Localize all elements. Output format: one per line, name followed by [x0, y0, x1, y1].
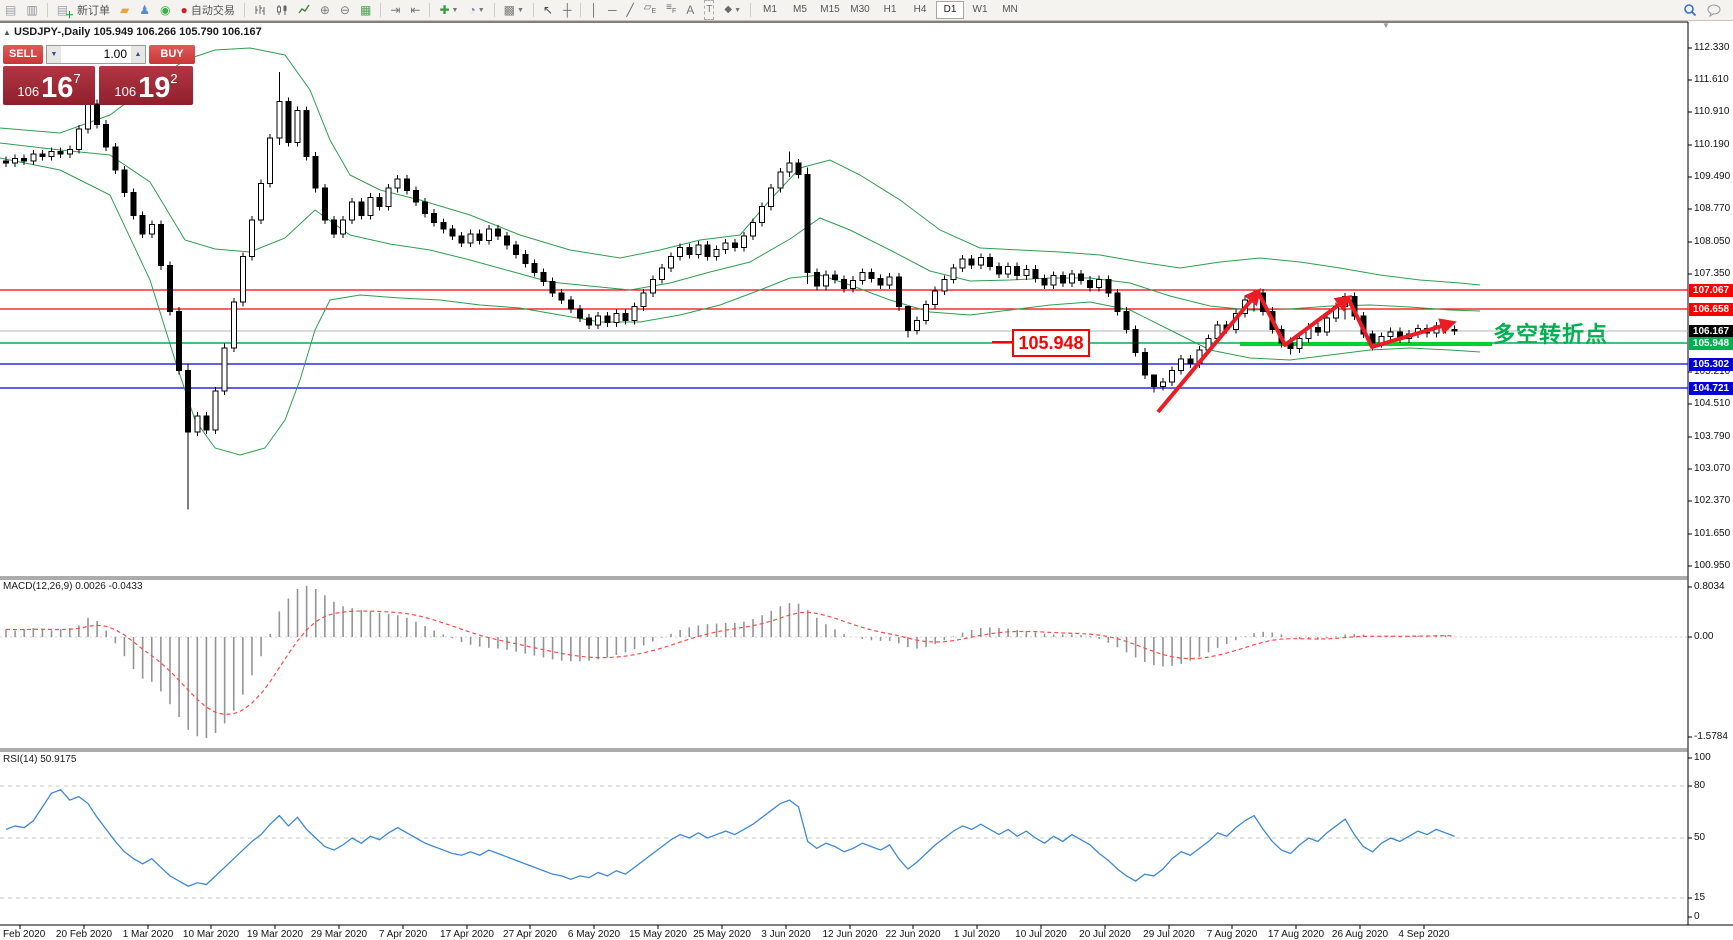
rsi-tick: 0 — [1694, 911, 1700, 922]
sell-button[interactable]: SELL — [3, 45, 43, 64]
date-label[interactable]: 25 May 2020 — [693, 929, 751, 940]
mt4-window: { "toolbar": { "new_order_label": "新订单",… — [0, 0, 1733, 940]
date-label[interactable]: 29 Mar 2020 — [311, 929, 367, 940]
rsi-label: RSI(14) 50.9175 — [3, 754, 76, 765]
price-tick: 110.190 — [1694, 139, 1729, 150]
date-label[interactable]: 20 Jul 2020 — [1079, 929, 1131, 940]
macd-tick: -1.5784 — [1694, 731, 1728, 742]
date-label[interactable]: 7 Apr 2020 — [379, 929, 427, 940]
buy-price-button[interactable]: 106 19 2 — [99, 66, 193, 105]
date-label[interactable]: 4 Sep 2020 — [1398, 929, 1449, 940]
volume-stepper: ▼ 1.00 ▲ — [46, 45, 146, 64]
price-tick: 102.370 — [1694, 495, 1730, 506]
macd-tick: 0.00 — [1694, 631, 1713, 642]
date-label[interactable]: 10 Mar 2020 — [183, 929, 239, 940]
price-tick: 109.490 — [1694, 171, 1730, 182]
symbol-title: USDJPY-,Daily 105.949 106.266 105.790 10… — [14, 26, 262, 38]
volume-input[interactable]: 1.00 — [61, 46, 131, 63]
symbol-collapse-icon[interactable]: ▲ — [3, 28, 11, 37]
trend-arrow[interactable] — [1158, 292, 1258, 412]
candles-layer — [4, 72, 1457, 510]
price-tick: 100.950 — [1694, 560, 1730, 571]
date-label[interactable]: 6 May 2020 — [568, 929, 620, 940]
price-tick: 103.790 — [1694, 431, 1730, 442]
sell-price-big: 16 — [41, 74, 73, 102]
price-badge-106.658[interactable]: 106.658 — [1689, 303, 1733, 316]
macd-histogram — [6, 586, 1454, 738]
price-tick: 111.610 — [1694, 74, 1729, 85]
date-label[interactable]: 22 Jun 2020 — [885, 929, 940, 940]
price-tick: 108.770 — [1694, 203, 1730, 214]
macd-signal-line — [6, 611, 1454, 714]
date-label[interactable]: 19 Mar 2020 — [247, 929, 303, 940]
sell-price-button[interactable]: 106 16 7 — [3, 66, 95, 105]
date-label[interactable]: 26 Aug 2020 — [1332, 929, 1388, 940]
date-label[interactable]: 1 Jul 2020 — [954, 929, 1000, 940]
buy-price-figure: 106 — [114, 82, 136, 102]
buy-price-pip: 2 — [170, 64, 177, 94]
one-click-trading-panel: SELL ▼ 1.00 ▲ BUY 106 16 7 106 19 2 — [3, 45, 195, 105]
price-tick: 101.650 — [1694, 528, 1730, 539]
date-label[interactable]: 15 May 2020 — [629, 929, 687, 940]
chart-area[interactable] — [0, 0, 1733, 940]
macd-label: MACD(12,26,9) 0.0026 -0.0433 — [3, 581, 143, 592]
buy-button[interactable]: BUY — [149, 45, 195, 64]
buy-price-big: 19 — [138, 74, 170, 102]
volume-down-icon[interactable]: ▼ — [47, 46, 61, 63]
volume-up-icon[interactable]: ▲ — [131, 46, 145, 63]
sell-price-pip: 7 — [73, 64, 80, 94]
collapse-chart-arrow-icon[interactable]: ▼ — [1382, 21, 1390, 30]
rsi-tick: 100 — [1694, 752, 1711, 763]
date-label[interactable]: 10 Jul 2020 — [1015, 929, 1067, 940]
price-tick: 103.070 — [1694, 463, 1730, 474]
rsi-tick: 50 — [1694, 832, 1705, 843]
pivot-annotation[interactable]: 多空转折点 — [1493, 317, 1608, 349]
date-label[interactable]: 12 Jun 2020 — [822, 929, 877, 940]
price-tick: 108.050 — [1694, 236, 1730, 247]
price-badge-107.067[interactable]: 107.067 — [1689, 284, 1733, 297]
date-label[interactable]: 27 Apr 2020 — [503, 929, 557, 940]
date-label[interactable]: 17 Apr 2020 — [440, 929, 494, 940]
date-label[interactable]: 20 Feb 2020 — [56, 929, 112, 940]
price-tick: 104.510 — [1694, 398, 1730, 409]
price-tick: 110.910 — [1694, 106, 1729, 117]
price-callout[interactable]: 105.948 — [1012, 329, 1090, 357]
price-badge-105.302[interactable]: 105.302 — [1689, 358, 1733, 371]
price-tick: 112.330 — [1694, 42, 1729, 53]
date-label[interactable]: 29 Jul 2020 — [1143, 929, 1195, 940]
price-badge-104.721[interactable]: 104.721 — [1689, 382, 1733, 395]
macd-tick: 0.8034 — [1694, 581, 1725, 592]
rsi-tick: 80 — [1694, 780, 1705, 791]
price-badge-105.948[interactable]: 105.948 — [1689, 337, 1733, 350]
date-label[interactable]: 17 Aug 2020 — [1268, 929, 1324, 940]
bollinger-lower — [0, 158, 1480, 455]
date-label[interactable]: 7 Aug 2020 — [1207, 929, 1258, 940]
rsi-tick: 15 — [1694, 892, 1705, 903]
bollinger-middle — [0, 143, 1480, 311]
sell-price-figure: 106 — [17, 82, 39, 102]
date-label[interactable]: 1 Mar 2020 — [123, 929, 174, 940]
price-tick: 107.350 — [1694, 268, 1730, 279]
date-label[interactable]: 1 Feb 2020 — [0, 929, 45, 940]
date-label[interactable]: 3 Jun 2020 — [761, 929, 811, 940]
